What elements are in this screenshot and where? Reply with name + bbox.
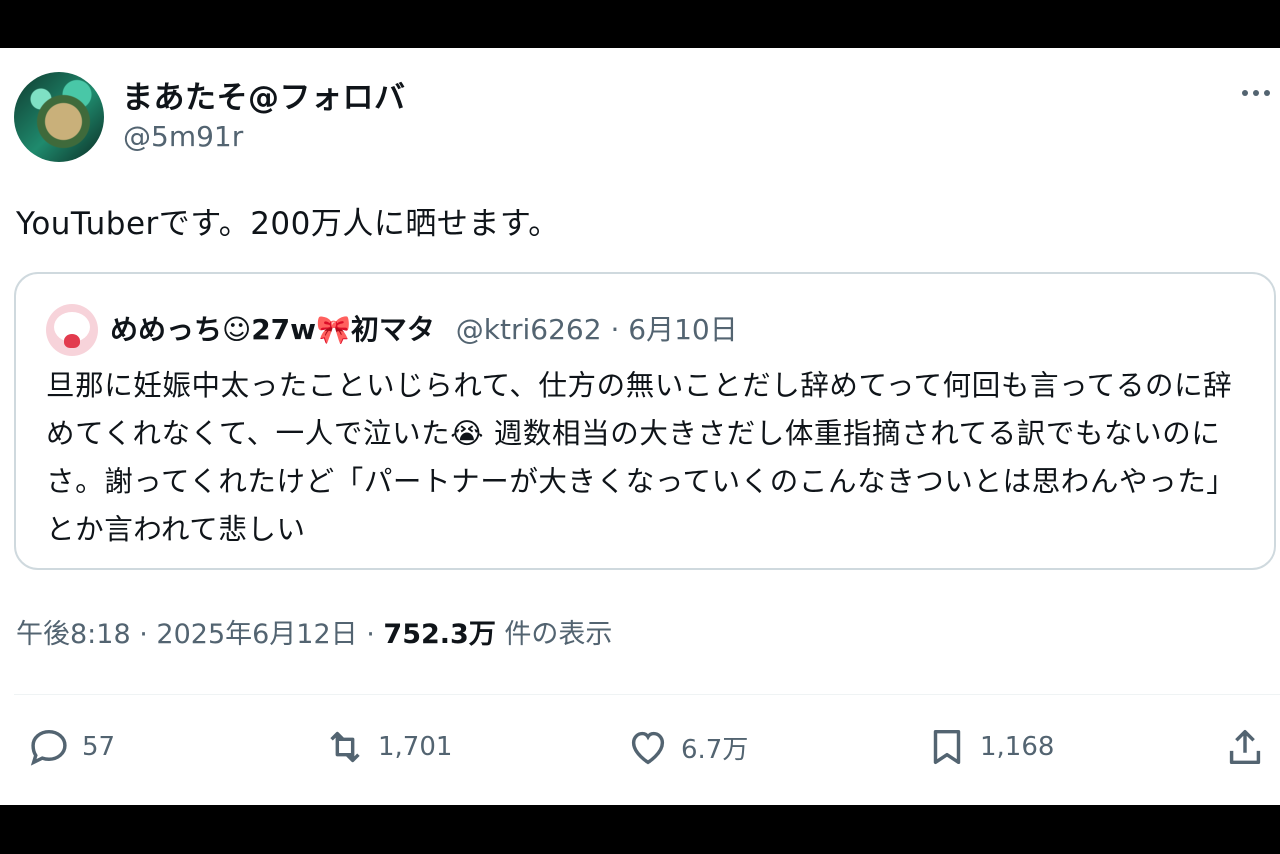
tweet-text: YouTuberです。200万人に晒せます。 <box>16 206 560 242</box>
tweet-date[interactable]: 2025年6月12日 <box>156 619 357 650</box>
author-avatar[interactable] <box>14 72 104 162</box>
reply-button[interactable]: 57 <box>26 724 115 770</box>
like-button[interactable]: 6.7万 <box>625 724 748 770</box>
view-count-label: 件の表示 <box>504 619 613 650</box>
retweet-button[interactable]: 1,701 <box>322 724 452 770</box>
quoted-handle[interactable]: @ktri6262 <box>456 313 602 346</box>
quoted-tweet[interactable]: めめっち☺27w🎀初マタ @ktri6262 · 6月10日 旦那に妊娠中太った… <box>14 272 1276 570</box>
tweet-time[interactable]: 午後8:18 <box>16 619 131 650</box>
author-handle[interactable]: @5m91r <box>123 120 243 153</box>
reply-icon <box>30 729 67 766</box>
divider <box>14 694 1280 695</box>
quoted-avatar[interactable] <box>46 304 98 356</box>
bookmark-button[interactable]: 1,168 <box>924 724 1054 770</box>
retweet-icon <box>330 731 360 763</box>
share-icon <box>1229 729 1261 765</box>
retweet-count: 1,701 <box>378 732 453 762</box>
view-count: 752.3万 <box>383 619 496 650</box>
more-dots-icon[interactable] <box>1236 78 1276 108</box>
letterbox-top <box>0 0 1280 48</box>
author-display-name[interactable]: まあたそ@フォロバ <box>122 72 406 117</box>
reply-count: 57 <box>82 732 116 762</box>
share-button[interactable] <box>1222 724 1268 770</box>
like-count: 6.7万 <box>681 734 749 765</box>
quoted-separator: · <box>610 313 629 346</box>
quoted-body: 旦那に妊娠中太ったこといじられて、仕方の無いことだし辞めてって何回も言ってるのに… <box>46 369 1236 546</box>
quoted-display-name[interactable]: めめっち☺27w🎀初マタ <box>110 313 435 346</box>
letterbox-bottom <box>0 805 1280 854</box>
bookmark-count: 1,168 <box>980 732 1055 762</box>
quoted-date[interactable]: 6月10日 <box>628 313 737 346</box>
tweet-meta: 午後8:18 · 2025年6月12日 · 752.3万 件の表示 <box>16 619 613 650</box>
heart-icon <box>631 731 665 765</box>
bookmark-icon <box>933 729 961 765</box>
quoted-header: めめっち☺27w🎀初マタ @ktri6262 · 6月10日 <box>110 308 738 348</box>
